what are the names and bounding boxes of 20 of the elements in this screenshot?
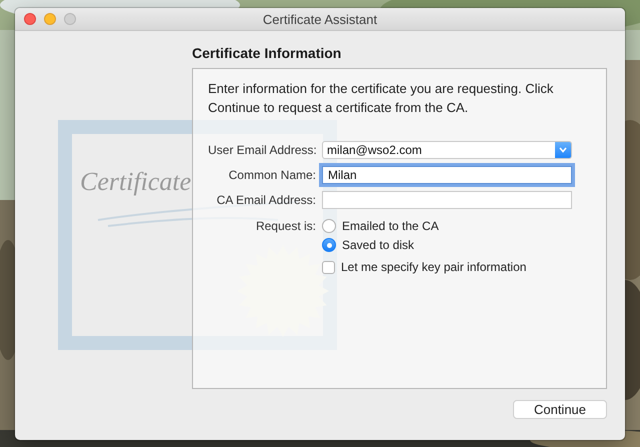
radio-button[interactable]	[322, 219, 336, 233]
intro-text: Enter information for the certificate you are requesting. Click Continue to request a certificate from the CA.	[208, 80, 554, 117]
minimize-button[interactable]	[44, 13, 56, 25]
input-field[interactable]	[322, 191, 572, 209]
radio-button[interactable]	[322, 238, 336, 252]
field-label: Request is:	[254, 219, 316, 233]
option-label: Emailed to the CA	[342, 219, 439, 233]
section-title: Certificate Information	[192, 45, 342, 61]
field-label: Common Name:	[228, 168, 316, 182]
close-button[interactable]	[24, 13, 36, 25]
email-popup[interactable]: milan@wso2.com	[322, 141, 572, 159]
checkbox[interactable]	[322, 260, 335, 274]
window-title: Certificate Assistant	[262, 12, 378, 26]
continue-button[interactable]: Continue	[513, 400, 607, 419]
field-label: CA Email Address:	[216, 193, 316, 207]
chevron-down-icon	[555, 142, 571, 158]
input-field[interactable]: Milan	[322, 166, 572, 184]
checkbox-label: Let me specify key pair information	[341, 260, 526, 274]
field-label: User Email Address:	[208, 143, 316, 157]
option-label: Saved to disk	[342, 238, 414, 252]
